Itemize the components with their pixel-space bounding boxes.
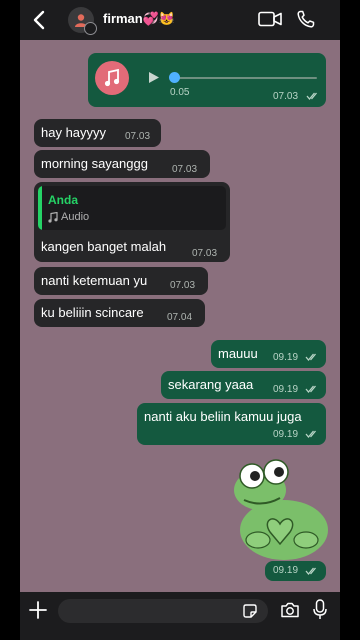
quote-author: Anda bbox=[48, 193, 78, 207]
message-text: mauuu bbox=[218, 346, 258, 361]
message-time: 09.19 bbox=[273, 565, 299, 576]
message-time: 07.03 bbox=[172, 164, 198, 175]
message-time: 07.03 bbox=[192, 248, 218, 259]
music-note-icon bbox=[48, 211, 58, 223]
message-text: kangen banget malah bbox=[41, 239, 167, 254]
video-call-icon[interactable] bbox=[258, 11, 282, 32]
quote-type: Audio bbox=[48, 211, 89, 223]
audio-duration: 0.05 bbox=[170, 87, 190, 98]
audio-progress-handle[interactable] bbox=[169, 72, 180, 83]
plus-icon[interactable] bbox=[29, 601, 47, 624]
message-text: nanti ketemuan yu bbox=[41, 273, 148, 288]
read-ticks-icon bbox=[306, 92, 317, 101]
message-time: 07.04 bbox=[167, 312, 193, 323]
read-ticks-icon bbox=[305, 430, 316, 439]
play-icon[interactable] bbox=[148, 71, 160, 87]
message-text: morning sayanggg bbox=[41, 156, 148, 171]
frog-sticker[interactable] bbox=[218, 458, 334, 562]
message-text: ku beliiin scincare bbox=[41, 305, 144, 320]
incoming-message[interactable]: hay hayyyy 07.03 bbox=[34, 119, 161, 147]
message-time: 07.03 bbox=[125, 131, 151, 142]
message-time: 09.19 bbox=[273, 384, 299, 395]
message-text: sekarang yaaa bbox=[168, 377, 254, 392]
chat-screen: firman💞😻 0.05 07.03 hay hayyyy 07.03 mor… bbox=[20, 0, 340, 640]
message-time: 07.03 bbox=[170, 280, 196, 291]
status-badge bbox=[84, 22, 97, 35]
outgoing-message[interactable]: mauuu 09.19 bbox=[211, 340, 326, 368]
incoming-message[interactable]: morning sayanggg 07.03 bbox=[34, 150, 210, 178]
incoming-reply-message[interactable]: Anda Audio kangen banget malah 07.03 bbox=[34, 182, 230, 262]
audio-message[interactable]: 0.05 07.03 bbox=[88, 53, 326, 107]
message-time: 09.19 bbox=[273, 429, 299, 440]
voice-call-icon[interactable] bbox=[296, 9, 316, 34]
outgoing-message[interactable]: sekarang yaaa 09.19 bbox=[161, 371, 326, 399]
message-text: hay hayyyy bbox=[41, 125, 107, 140]
sticker-time-badge: 09.19 bbox=[265, 561, 326, 581]
microphone-icon[interactable] bbox=[312, 599, 328, 626]
quote-type-label: Audio bbox=[61, 211, 90, 223]
read-ticks-icon bbox=[305, 567, 316, 576]
message-input-bar bbox=[20, 592, 340, 640]
quote-accent-bar bbox=[38, 186, 42, 230]
phone-frame: firman💞😻 0.05 07.03 hay hayyyy 07.03 mor… bbox=[0, 0, 360, 640]
incoming-message[interactable]: ku beliiin scincare 07.04 bbox=[34, 299, 205, 327]
quoted-message[interactable]: Anda Audio bbox=[38, 186, 226, 230]
chat-header: firman💞😻 bbox=[20, 0, 340, 40]
message-time: 09.19 bbox=[273, 352, 299, 363]
outgoing-message[interactable]: nanti aku beliin kamuu juga 09.19 bbox=[137, 403, 326, 445]
camera-icon[interactable] bbox=[280, 602, 300, 623]
message-time: 07.03 bbox=[273, 91, 299, 102]
contact-name[interactable]: firman💞😻 bbox=[103, 11, 175, 27]
incoming-message[interactable]: nanti ketemuan yu 07.03 bbox=[34, 267, 208, 295]
music-note-icon bbox=[95, 61, 129, 95]
message-text: nanti aku beliin kamuu juga bbox=[144, 409, 302, 424]
sticker-icon[interactable] bbox=[242, 603, 258, 624]
read-ticks-icon bbox=[305, 385, 316, 394]
message-input[interactable] bbox=[58, 599, 268, 623]
audio-progress-track[interactable] bbox=[175, 77, 317, 79]
back-chevron-icon[interactable] bbox=[28, 8, 50, 32]
read-ticks-icon bbox=[305, 353, 316, 362]
